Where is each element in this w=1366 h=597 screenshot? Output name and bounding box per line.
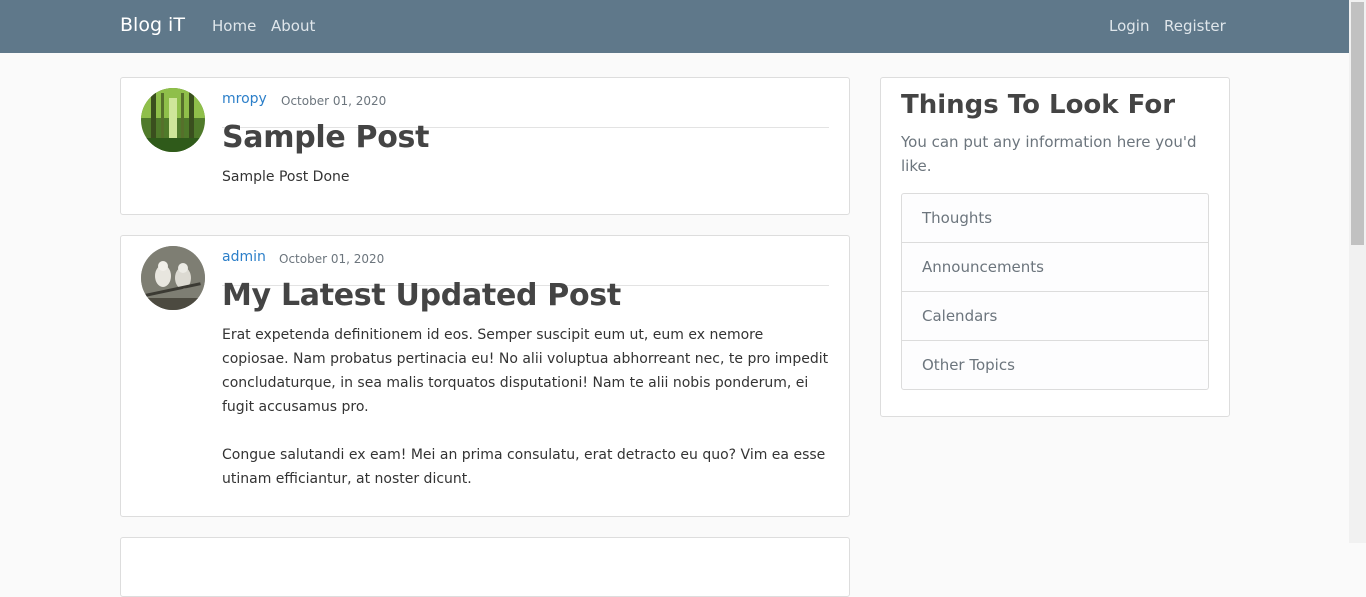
sidebar-title: Things To Look For <box>901 90 1176 120</box>
sidebar-item-announcements[interactable]: Announcements <box>902 243 1208 292</box>
post-content: Sample Post Done <box>222 165 829 189</box>
post-author-link[interactable]: admin <box>222 249 266 265</box>
avatar-forest-image <box>141 88 205 152</box>
sidebar-card: Things To Look For You can put any infor… <box>880 77 1230 417</box>
post-paragraph: Congue salutandi ex eam! Mei an prima co… <box>222 447 826 487</box>
author-avatar[interactable] <box>141 246 205 310</box>
nav-register-link[interactable]: Register <box>1164 17 1226 35</box>
nav-login-link[interactable]: Login <box>1109 17 1149 35</box>
avatar-birds-image <box>141 246 205 310</box>
nav-home-link[interactable]: Home <box>212 17 256 35</box>
post-card <box>120 537 850 597</box>
post-title[interactable]: My Latest Updated Post <box>222 278 621 313</box>
sidebar-list: Thoughts Announcements Calendars Other T… <box>901 193 1209 390</box>
top-navbar: Blog iT Home About Login Register <box>0 0 1349 53</box>
post-title[interactable]: Sample Post <box>222 120 429 155</box>
post-date: October 01, 2020 <box>279 252 385 266</box>
post-card: admin October 01, 2020 My Latest Updated… <box>120 235 850 517</box>
sidebar-description: You can put any information here you'd l… <box>901 133 1197 175</box>
scrollbar-thumb[interactable] <box>1351 2 1364 245</box>
post-card: mropy October 01, 2020 Sample Post Sampl… <box>120 77 850 215</box>
author-avatar[interactable] <box>141 88 205 152</box>
sidebar-item-other-topics[interactable]: Other Topics <box>902 341 1208 389</box>
nav-about-link[interactable]: About <box>271 17 315 35</box>
sidebar-item-calendars[interactable]: Calendars <box>902 292 1208 341</box>
brand-link[interactable]: Blog iT <box>120 14 185 36</box>
post-content: Erat expetenda definitionem id eos. Semp… <box>222 323 829 491</box>
post-date: October 01, 2020 <box>281 94 387 108</box>
post-paragraph: Erat expetenda definitionem id eos. Semp… <box>222 327 829 415</box>
vertical-scrollbar[interactable] <box>1349 0 1366 543</box>
post-author-link[interactable]: mropy <box>222 91 267 107</box>
post-paragraph: Sample Post Done <box>222 169 350 185</box>
sidebar-item-thoughts[interactable]: Thoughts <box>902 194 1208 243</box>
